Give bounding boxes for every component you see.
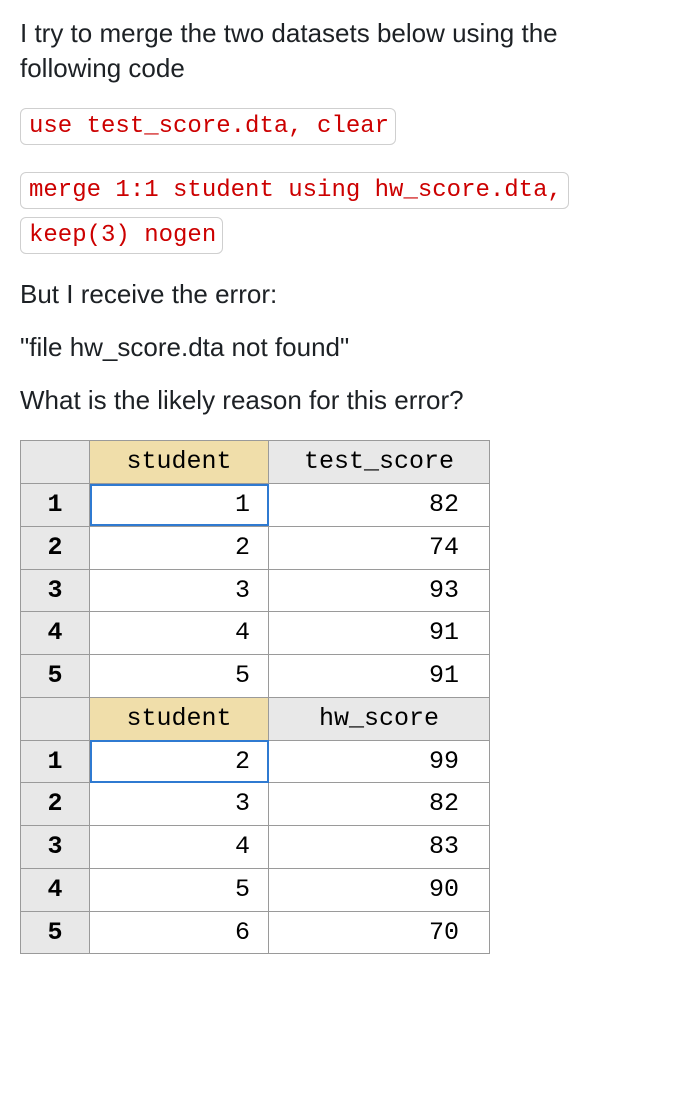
cell-student: 2 [90, 740, 269, 783]
row-number: 1 [21, 740, 90, 783]
cell-value: 82 [269, 783, 490, 826]
table-row: 1 2 99 [21, 740, 490, 783]
cell-value: 74 [269, 526, 490, 569]
cell-value: 99 [269, 740, 490, 783]
table-hw-score: student hw_score 1 2 99 2 3 82 3 4 83 4 … [20, 697, 664, 955]
cell-value: 91 [269, 612, 490, 655]
table-row: 5 5 91 [21, 655, 490, 698]
rownum-header [21, 697, 90, 740]
row-number: 4 [21, 868, 90, 911]
rownum-header [21, 441, 90, 484]
error-message: "file hw_score.dta not found" [20, 330, 664, 365]
table-row: 4 4 91 [21, 612, 490, 655]
row-number: 5 [21, 911, 90, 954]
row-number: 5 [21, 655, 90, 698]
code-block-2: merge 1:1 student using hw_score.dta, ke… [20, 168, 664, 259]
table-row: 5 6 70 [21, 911, 490, 954]
col-header-student: student [90, 697, 269, 740]
question-text: What is the likely reason for this error… [20, 383, 664, 418]
table-row: 1 1 82 [21, 484, 490, 527]
cell-value: 83 [269, 826, 490, 869]
cell-student: 3 [90, 783, 269, 826]
cell-student: 3 [90, 569, 269, 612]
col-header-test-score: test_score [269, 441, 490, 484]
code-line-use: use test_score.dta, clear [20, 108, 396, 145]
cell-student: 5 [90, 655, 269, 698]
cell-value: 93 [269, 569, 490, 612]
table-test-score: student test_score 1 1 82 2 2 74 3 3 93 … [20, 440, 664, 698]
row-number: 1 [21, 484, 90, 527]
cell-value: 91 [269, 655, 490, 698]
code-line-merge: merge 1:1 student using hw_score.dta, ke… [20, 172, 569, 255]
row-number: 3 [21, 826, 90, 869]
cell-student: 6 [90, 911, 269, 954]
code-block-1: use test_score.dta, clear [20, 104, 664, 150]
cell-student: 4 [90, 826, 269, 869]
cell-value: 82 [269, 484, 490, 527]
cell-value: 70 [269, 911, 490, 954]
cell-student: 1 [90, 484, 269, 527]
row-number: 3 [21, 569, 90, 612]
row-number: 4 [21, 612, 90, 655]
table-row: 3 4 83 [21, 826, 490, 869]
col-header-student: student [90, 441, 269, 484]
cell-value: 90 [269, 868, 490, 911]
table-row: 4 5 90 [21, 868, 490, 911]
table-row: 2 2 74 [21, 526, 490, 569]
intro-paragraph: I try to merge the two datasets below us… [20, 16, 664, 86]
table-row: 3 3 93 [21, 569, 490, 612]
error-intro: But I receive the error: [20, 277, 664, 312]
cell-student: 2 [90, 526, 269, 569]
cell-student: 4 [90, 612, 269, 655]
col-header-hw-score: hw_score [269, 697, 490, 740]
row-number: 2 [21, 526, 90, 569]
table-row: 2 3 82 [21, 783, 490, 826]
row-number: 2 [21, 783, 90, 826]
cell-student: 5 [90, 868, 269, 911]
